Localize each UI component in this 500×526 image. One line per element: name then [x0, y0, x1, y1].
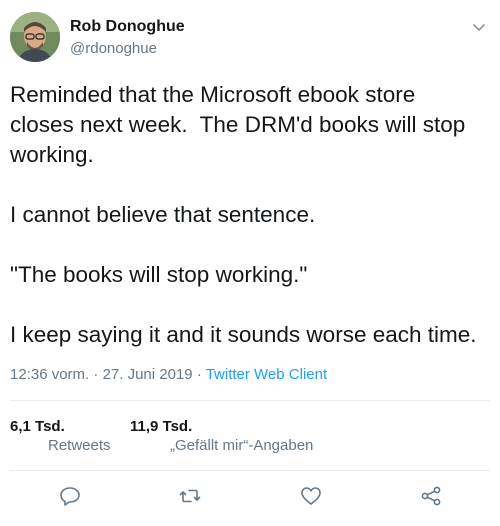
retweets-label[interactable]: Retweets	[48, 437, 111, 454]
heart-icon[interactable]	[299, 484, 323, 508]
tweet-time[interactable]: 12:36 vorm.	[10, 366, 89, 383]
likes-count[interactable]: 11,9 Tsd.	[130, 418, 192, 435]
meta-separator: ·	[192, 366, 206, 383]
tweet-text: Reminded that the Microsoft ebook store …	[10, 82, 477, 347]
tweet-date[interactable]: 27. Juni 2019	[103, 366, 193, 383]
share-icon[interactable]	[419, 484, 443, 508]
client-link[interactable]: Twitter Web Client	[206, 366, 327, 383]
tweet-meta: 12:36 vorm. · 27. Juni 2019 · Twitter We…	[10, 366, 327, 383]
chevron-down-icon[interactable]	[470, 18, 488, 36]
divider	[10, 400, 490, 401]
avatar[interactable]	[10, 12, 60, 62]
divider	[10, 470, 490, 471]
retweets-count[interactable]: 6,1 Tsd.	[10, 418, 65, 435]
retweet-icon[interactable]	[178, 484, 202, 508]
meta-separator: ·	[89, 366, 103, 383]
avatar-image	[10, 12, 60, 62]
reply-icon[interactable]	[58, 484, 82, 508]
likes-label[interactable]: „Gefällt mir“-Angaben	[170, 437, 313, 454]
user-handle[interactable]: @rdonoghue	[70, 40, 157, 57]
display-name[interactable]: Rob Donoghue	[70, 18, 185, 36]
